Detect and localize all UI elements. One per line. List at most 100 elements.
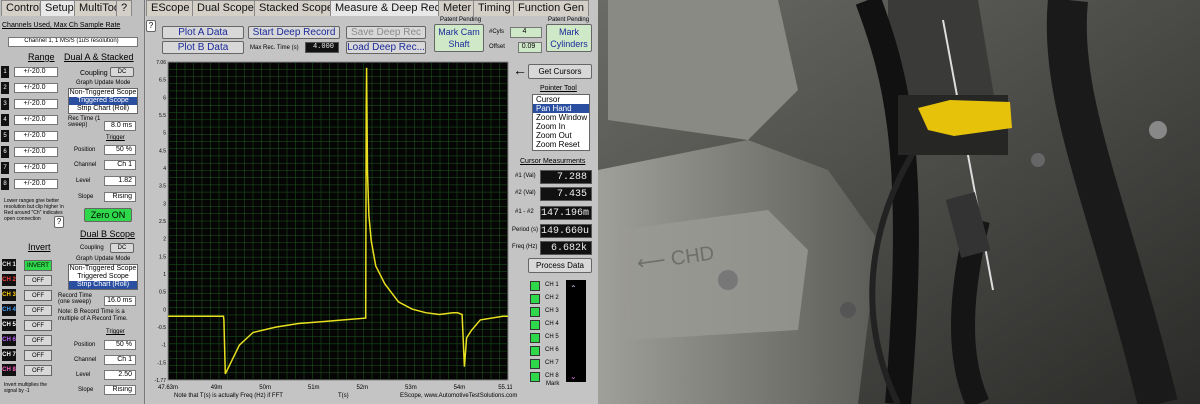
mode-item[interactable]: Triggered Scope: [69, 97, 137, 105]
plot-a-button[interactable]: Plot A Data: [162, 26, 244, 39]
channel-toggle[interactable]: [530, 346, 540, 356]
range-field[interactable]: +/-20.0: [14, 115, 58, 125]
level-b-field[interactable]: 2.50: [104, 370, 136, 380]
zero-on-button[interactable]: Zero ON: [84, 208, 132, 222]
x-tick-label: 54m: [454, 385, 466, 391]
tab-setup[interactable]: Setup: [40, 0, 79, 16]
tab-meter[interactable]: Meter: [438, 0, 477, 16]
invert-toggle[interactable]: OFF: [24, 290, 52, 301]
max-rec-field[interactable]: 4.000: [305, 42, 339, 53]
rec-time-label: Rec Time (1 sweep): [68, 116, 101, 128]
rec-time-field[interactable]: 8.0 ms: [104, 121, 136, 131]
pointer-tool-label: Pointer Tool: [540, 85, 577, 92]
channel-toggle[interactable]: [530, 320, 540, 330]
offset-field[interactable]: 0.09: [518, 42, 542, 53]
channel-number: 7: [1, 162, 9, 174]
mode-b-item[interactable]: Triggered Scope: [69, 273, 137, 281]
invert-toggle[interactable]: OFF: [24, 350, 52, 361]
period-value: 149.660u: [540, 224, 592, 238]
mode-item[interactable]: Non-Triggered Scope: [69, 89, 137, 97]
channels-select[interactable]: Channel 1, 1 MS/S (1uS resolution): [8, 37, 138, 47]
channel-toggle[interactable]: [530, 333, 540, 343]
coupling-b-dc-button[interactable]: DC: [110, 243, 134, 253]
max-rec-label: Max Rec. Time (s): [250, 45, 299, 51]
invert-heading: Invert: [28, 242, 51, 252]
mode-b-item[interactable]: Strip Chart (Roll): [69, 281, 137, 289]
record-time-field[interactable]: 16.0 ms: [104, 296, 136, 306]
chevron-down-icon: ⌄: [570, 372, 577, 381]
patent-pending-1: Patent Pending: [440, 17, 482, 23]
time-axis-label: T(s): [338, 393, 349, 399]
tool-zoom-reset[interactable]: Zoom Reset: [533, 140, 589, 149]
channel-number: 6: [1, 146, 9, 158]
tab-measure[interactable]: Measure & Deep Rec: [330, 0, 446, 16]
slope-field[interactable]: Rising: [104, 192, 136, 202]
process-data-button[interactable]: Process Data: [528, 258, 592, 273]
cyls-field[interactable]: 4: [510, 27, 542, 38]
invert-toggle[interactable]: OFF: [24, 335, 52, 346]
invert-toggle[interactable]: OFF: [24, 320, 52, 331]
mark-cylinders-button[interactable]: Mark Cylinders: [546, 24, 592, 52]
mark-cam-shaft-button[interactable]: Mark Cam Shaft: [434, 24, 484, 52]
range-field[interactable]: +/-20.0: [14, 99, 58, 109]
graph-mode-b-label: Graph Update Mode: [76, 256, 131, 262]
range-field[interactable]: +/-20.0: [14, 67, 58, 77]
load-deep-rec-button[interactable]: Load Deep Rec...: [346, 41, 426, 54]
invert-toggle[interactable]: OFF: [24, 305, 52, 316]
invert-toggle[interactable]: INVERT: [24, 260, 52, 271]
process-channel-label: CH 8: [545, 373, 559, 379]
slope-b-label: Slope: [78, 387, 94, 393]
tab-dual-scope[interactable]: Dual Scope: [192, 0, 259, 16]
position-b-label: Position: [74, 342, 96, 348]
process-channel-label: CH 3: [545, 308, 559, 314]
coupling-dc-button[interactable]: DC: [110, 67, 134, 77]
tab-stacked-scope[interactable]: Stacked Scope: [254, 0, 338, 16]
waveform-chart[interactable]: 7.06 6.5 6 5.5 5 4.5 4 3.5 3 2.5 2 1.5 1 0.5 0 -0.5 -1 -1…: [146, 56, 512, 396]
help-icon[interactable]: ?: [146, 20, 156, 32]
channel-label: CH 6: [2, 334, 16, 346]
channel-toggle[interactable]: [530, 359, 540, 369]
tab-timing[interactable]: Timing: [473, 0, 516, 16]
tool-zoom-in[interactable]: Zoom In: [533, 122, 589, 131]
position-field[interactable]: 50 %: [104, 145, 136, 155]
range-field[interactable]: +/-20.0: [14, 131, 58, 141]
mode-b-item[interactable]: Non-Triggered Scope: [69, 265, 137, 273]
plot-b-button[interactable]: Plot B Data: [162, 41, 244, 54]
coupling-b-label: Coupling: [80, 245, 104, 251]
tool-pan-hand[interactable]: Pan Hand: [533, 104, 589, 113]
level-field[interactable]: 1.82: [104, 176, 136, 186]
tool-zoom-window[interactable]: Zoom Window: [533, 113, 589, 122]
tab-function-gen[interactable]: Function Gen: [513, 0, 590, 16]
graph-mode-b-list[interactable]: Non-Triggered Scope Triggered Scope Stri…: [68, 264, 138, 290]
y-tick-label: 2: [163, 237, 166, 243]
tab-escope[interactable]: EScope: [146, 0, 195, 16]
level-b-label: Level: [76, 372, 91, 378]
position-b-field[interactable]: 50 %: [104, 340, 136, 350]
range-field[interactable]: +/-20.0: [14, 179, 58, 189]
tool-cursor[interactable]: Cursor: [533, 95, 589, 104]
slope-b-field[interactable]: Rising: [104, 385, 136, 395]
channel-toggle[interactable]: [530, 294, 540, 304]
channel-field[interactable]: Ch 1: [104, 160, 136, 170]
pointer-tool-list[interactable]: Cursor Pan Hand Zoom Window Zoom In Zoom…: [532, 94, 590, 151]
mode-item[interactable]: Strip Chart (Roll): [69, 105, 137, 113]
graph-mode-list[interactable]: Non-Triggered Scope Triggered Scope Stri…: [68, 88, 138, 114]
start-deep-record-button[interactable]: Start Deep Record: [248, 26, 340, 39]
b-note: Note: B Record Time is a multiple of A R…: [58, 309, 128, 322]
meas-2-value: 7.435: [540, 187, 592, 201]
channel-toggle[interactable]: [530, 281, 540, 291]
get-cursors-button[interactable]: Get Cursors: [528, 64, 592, 79]
channel-toggle[interactable]: [530, 307, 540, 317]
range-field[interactable]: +/-20.0: [14, 147, 58, 157]
tool-zoom-out[interactable]: Zoom Out: [533, 131, 589, 140]
dual-stacked-heading: Dual A & Stacked: [64, 52, 134, 62]
channel-b-field[interactable]: Ch 1: [104, 355, 136, 365]
save-deep-rec-button[interactable]: Save Deep Rec: [346, 26, 426, 39]
tab-help[interactable]: ?: [116, 0, 133, 16]
help-icon[interactable]: ?: [54, 216, 64, 228]
channel-toggle[interactable]: [530, 372, 540, 382]
invert-toggle[interactable]: OFF: [24, 365, 52, 376]
range-field[interactable]: +/-20.0: [14, 83, 58, 93]
invert-toggle[interactable]: OFF: [24, 275, 52, 286]
range-field[interactable]: +/-20.0: [14, 163, 58, 173]
